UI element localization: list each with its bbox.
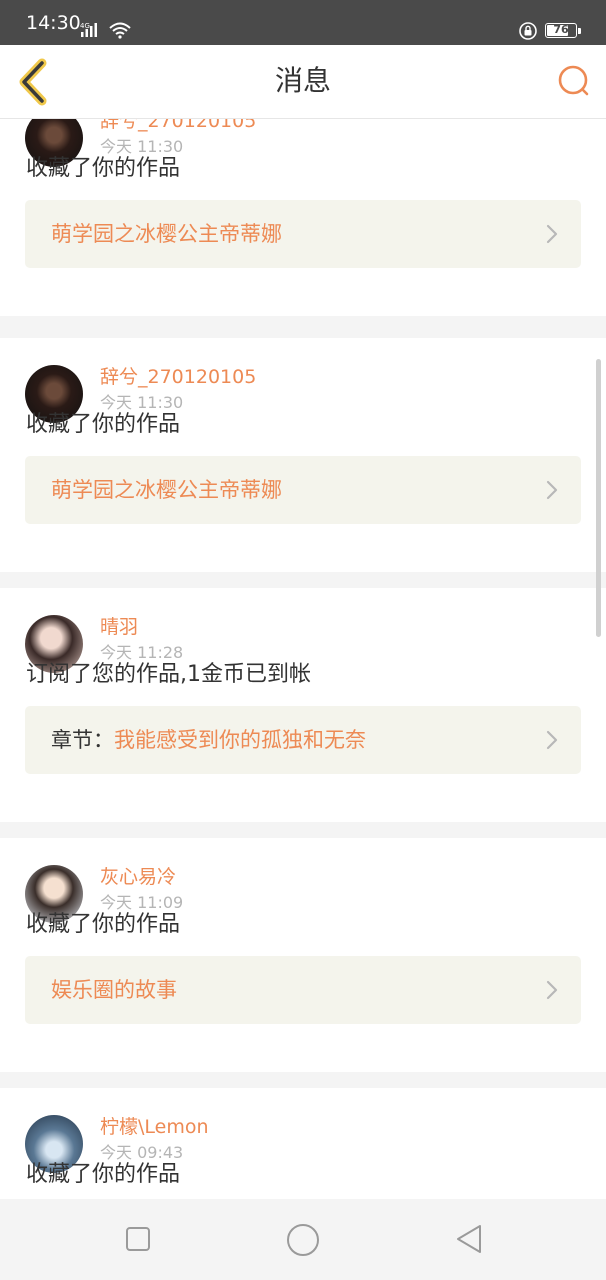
system-nav-bar xyxy=(0,1199,606,1280)
page-title: 消息 xyxy=(274,64,331,97)
network-label: 4G xyxy=(80,22,90,30)
chevron-right-icon xyxy=(546,224,558,244)
recent-apps-square-icon[interactable] xyxy=(124,1225,152,1253)
work-link[interactable]: 萌学园之冰樱公主帝蒂娜 xyxy=(25,200,581,268)
chevron-right-icon xyxy=(546,480,558,500)
message-card[interactable]: 灰心易冷 今天 11:09 收藏了你的作品 娱乐圈的故事 xyxy=(0,838,606,1072)
battery-level: 76 xyxy=(553,23,569,36)
username[interactable]: 柠檬\Lemon xyxy=(100,1115,209,1139)
battery-icon: 76 xyxy=(545,23,581,38)
status-time: 14:30 xyxy=(26,12,81,34)
work-title: 萌学园之冰樱公主帝蒂娜 xyxy=(51,478,282,502)
username[interactable]: 辞兮_270120105 xyxy=(100,365,256,389)
rotation-lock-icon xyxy=(519,22,537,40)
scrollbar[interactable] xyxy=(596,359,601,637)
action-text: 订阅了您的作品,1金币已到帐 xyxy=(26,662,311,687)
status-bar: 14:30 4G 76 xyxy=(0,0,606,45)
action-text: 收藏了你的作品 xyxy=(26,912,181,937)
action-text: 收藏了你的作品 xyxy=(26,156,181,181)
app-header: 消息 xyxy=(0,45,606,119)
work-link[interactable]: 萌学园之冰樱公主帝蒂娜 xyxy=(25,456,581,524)
work-title: 我能感受到你的孤独和无奈 xyxy=(114,728,366,752)
cellular-signal-icon: 4G xyxy=(80,22,97,37)
username[interactable]: 晴羽 xyxy=(100,615,138,639)
nav-back-triangle-icon[interactable] xyxy=(454,1223,484,1255)
work-title: 萌学园之冰樱公主帝蒂娜 xyxy=(51,222,282,246)
work-link[interactable]: 娱乐圈的故事 xyxy=(25,956,581,1024)
work-link[interactable]: 章节：我能感受到你的孤独和无奈 xyxy=(25,706,581,774)
action-text: 收藏了你的作品 xyxy=(26,412,181,437)
work-prefix: 章节： xyxy=(51,728,114,752)
message-card[interactable]: 柠檬\Lemon 今天 09:43 收藏了你的作品 xyxy=(0,1088,606,1199)
search-icon[interactable] xyxy=(556,63,592,99)
home-circle-icon[interactable] xyxy=(286,1223,320,1257)
chevron-right-icon xyxy=(546,980,558,1000)
chevron-right-icon xyxy=(546,730,558,750)
message-card[interactable]: 晴羽 今天 11:28 订阅了您的作品,1金币已到帐 章节：我能感受到你的孤独和无奈 xyxy=(0,588,606,822)
message-card[interactable]: 辞兮_270120105 今天 11:30 收藏了你的作品 萌学园之冰樱公主帝蒂娜 xyxy=(0,338,606,572)
work-title: 娱乐圈的故事 xyxy=(51,978,177,1002)
username[interactable]: 辞兮_270120105 xyxy=(100,119,256,133)
message-list[interactable]: 辞兮_270120105 今天 11:30 收藏了你的作品 萌学园之冰樱公主帝蒂娜 辞兮… xyxy=(0,119,606,1199)
wifi-icon xyxy=(109,22,131,39)
message-card[interactable]: 辞兮_270120105 今天 11:30 收藏了你的作品 萌学园之冰樱公主帝蒂娜 xyxy=(0,119,606,316)
username[interactable]: 灰心易冷 xyxy=(100,865,176,889)
action-text: 收藏了你的作品 xyxy=(26,1162,181,1187)
